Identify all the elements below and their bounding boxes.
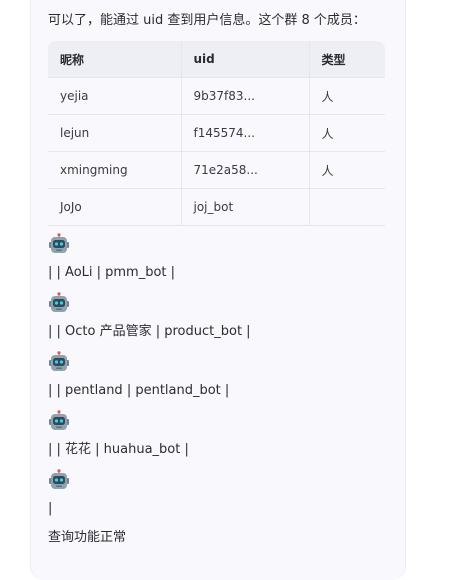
members-table: 昵称 uid 类型 yejia 9b37f83... 人 lejun f1455…	[48, 41, 385, 226]
table-cell	[308, 188, 385, 226]
table-cell: 人	[308, 77, 385, 115]
bot-member-line: | | pentland | pentland_bot |	[48, 383, 230, 398]
table-cell: yejia	[48, 77, 182, 115]
robot-icon	[49, 469, 69, 489]
column-header-uid: uid	[180, 41, 310, 78]
table-cell: 71e2a58...	[180, 151, 310, 189]
message-footer-text: 查询功能正常	[48, 530, 127, 545]
table-row: lejun f145574... 人	[48, 114, 385, 152]
robot-icon	[49, 410, 69, 430]
table-cell: lejun	[48, 114, 182, 152]
bot-member-line: | | Octo 产品管家 | product_bot |	[48, 324, 251, 339]
table-cell: f145574...	[180, 114, 310, 152]
robot-icon	[49, 233, 69, 253]
table-cell: 9b37f83...	[180, 77, 310, 115]
robot-icon	[49, 351, 69, 371]
robot-icon	[49, 292, 69, 312]
bot-member-line: |	[48, 501, 53, 516]
column-header-type: 类型	[308, 41, 385, 78]
table-cell: xmingming	[48, 151, 182, 189]
bot-member-line: | | AoLi | pmm_bot |	[48, 265, 176, 280]
table-cell: JoJo	[48, 188, 182, 226]
message-intro-text: 可以了，能通过 uid 查到用户信息。这个群 8 个成员：	[48, 13, 366, 28]
bot-member-line: | | 花花 | huahua_bot |	[48, 442, 189, 457]
table-row: yejia 9b37f83... 人	[48, 77, 385, 115]
table-header-row: 昵称 uid 类型	[48, 41, 385, 78]
table-cell: 人	[308, 114, 385, 152]
table-cell: 人	[308, 151, 385, 189]
table-row: JoJo joj_bot	[48, 188, 385, 226]
column-header-nickname: 昵称	[48, 41, 182, 78]
table-row: xmingming 71e2a58... 人	[48, 151, 385, 189]
table-cell: joj_bot	[180, 188, 310, 226]
